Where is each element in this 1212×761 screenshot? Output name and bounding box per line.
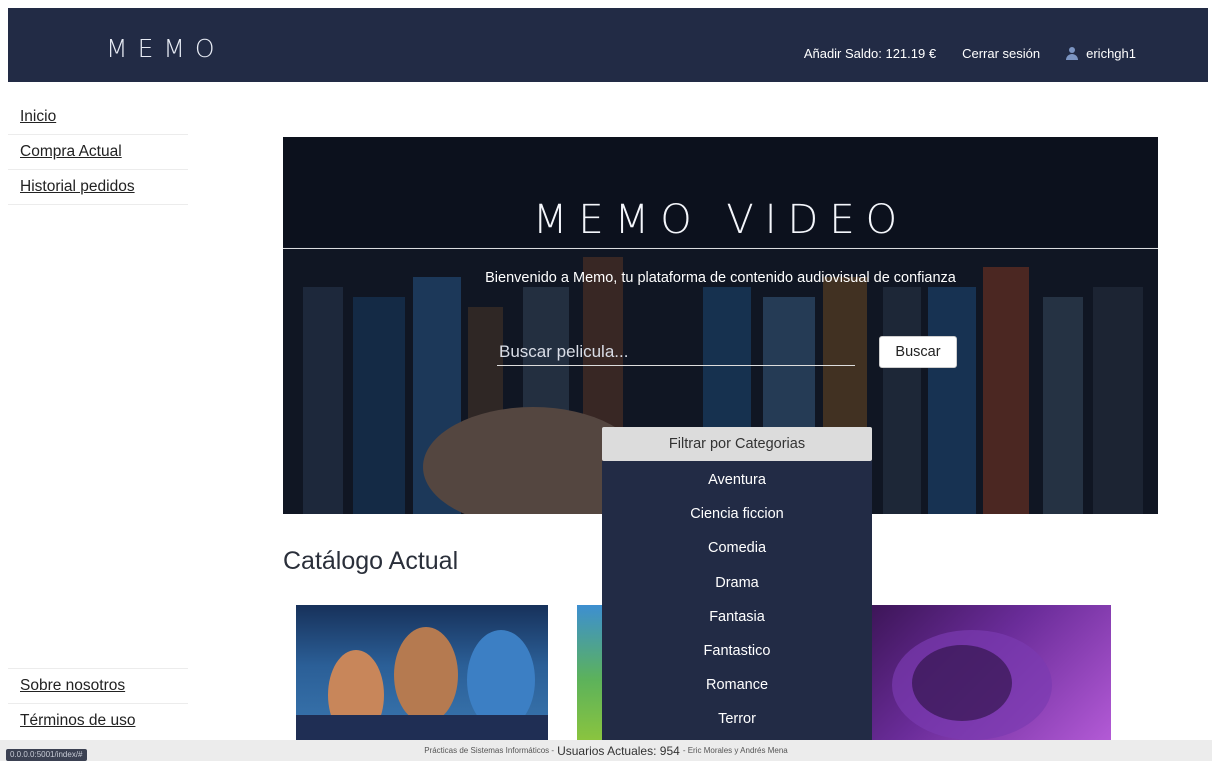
- sidebar-item-historial[interactable]: Historial pedidos: [8, 170, 188, 205]
- movie-card[interactable]: [862, 605, 1111, 740]
- search-input[interactable]: [497, 338, 855, 366]
- filter-option[interactable]: Romance: [602, 668, 872, 702]
- user-icon: [1066, 46, 1079, 61]
- sidebar-item-inicio[interactable]: Inicio: [8, 100, 188, 135]
- nav-right: Añadir Saldo: 121.19 € Cerrar sesión eri…: [804, 46, 1136, 61]
- sidebar-item-terminos[interactable]: Términos de uso: [8, 703, 188, 738]
- hero-divider: [283, 248, 1158, 249]
- filter-option[interactable]: Drama: [602, 566, 872, 600]
- filter-option[interactable]: Comedia: [602, 531, 872, 565]
- movie-poster-image: [296, 627, 548, 740]
- add-balance-link[interactable]: Añadir Saldo: 121.19 €: [804, 46, 936, 61]
- hero-subtitle: Bienvenido a Memo, tu plataforma de cont…: [485, 270, 956, 286]
- movie-card[interactable]: [296, 605, 548, 740]
- logout-link[interactable]: Cerrar sesión: [962, 46, 1040, 61]
- hero-title: MEMO VIDEO: [532, 197, 909, 243]
- top-navbar: MEMO Añadir Saldo: 121.19 € Cerrar sesió…: [8, 8, 1208, 82]
- status-url: 0.0.0.0:5001/index/#: [6, 749, 87, 761]
- footer-left-text: Prácticas de Sistemas Informáticos -: [424, 746, 555, 755]
- filter-header[interactable]: Filtrar por Categorias: [602, 427, 872, 461]
- catalog-title: Catálogo Actual: [283, 547, 459, 575]
- filter-options-list: Aventura Ciencia ficcion Comedia Drama F…: [602, 461, 872, 740]
- sidebar-bottom: Sobre nosotros Términos de uso: [8, 668, 188, 738]
- sidebar-item-sobre-nosotros[interactable]: Sobre nosotros: [8, 668, 188, 703]
- sidebar-item-compra-actual[interactable]: Compra Actual: [8, 135, 188, 170]
- filter-option[interactable]: Terror: [602, 702, 872, 736]
- movie-poster-image: [892, 630, 1052, 740]
- search-button[interactable]: Buscar: [879, 336, 957, 368]
- footer: Prácticas de Sistemas Informáticos - Usu…: [0, 740, 1212, 761]
- footer-users-count: Usuarios Actuales: 954: [557, 743, 680, 758]
- sidebar: Inicio Compra Actual Historial pedidos: [8, 100, 188, 205]
- username-link[interactable]: erichgh1: [1086, 46, 1136, 61]
- footer-right-text: - Eric Morales y Andrés Mena: [682, 746, 788, 755]
- category-filter-dropdown[interactable]: Filtrar por Categorias Aventura Ciencia …: [602, 427, 872, 740]
- filter-option[interactable]: Fantastico: [602, 634, 872, 668]
- filter-option[interactable]: Aventura: [602, 463, 872, 497]
- filter-option[interactable]: Ciencia ficcion: [602, 497, 872, 531]
- logo[interactable]: MEMO: [106, 36, 225, 61]
- filter-option[interactable]: Fantasia: [602, 600, 872, 634]
